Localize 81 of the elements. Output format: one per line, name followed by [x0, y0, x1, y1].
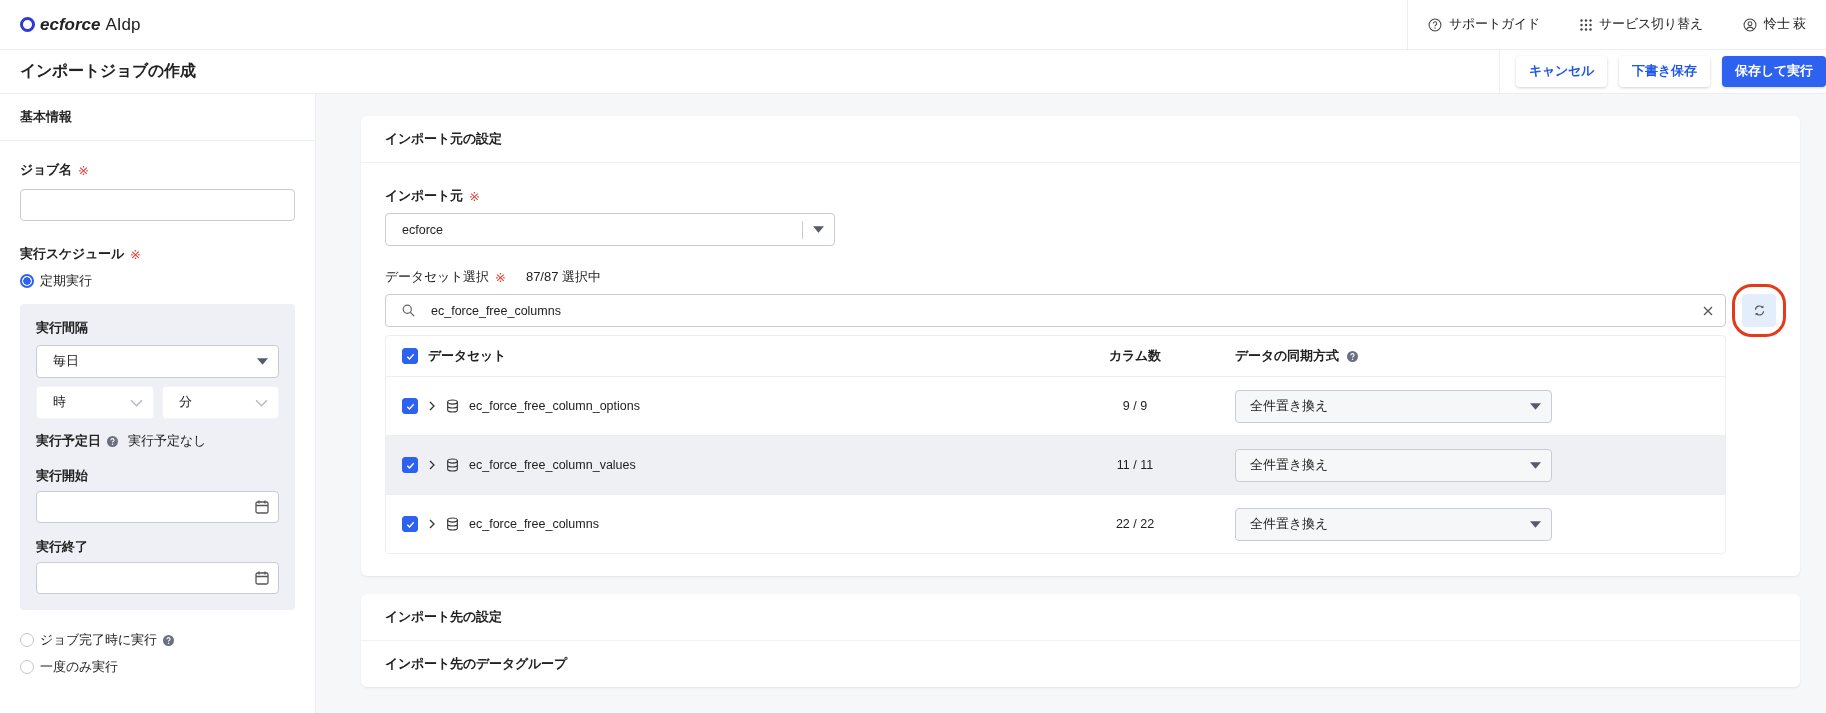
- card-heading: インポート元の設定: [385, 130, 502, 148]
- grid-icon: [1579, 18, 1592, 31]
- field-label: 実行スケジュール: [20, 245, 124, 263]
- field-label: 実行間隔: [36, 320, 89, 337]
- sync-mode-select[interactable]: 全件置き換え: [1235, 389, 1552, 423]
- checkbox[interactable]: [402, 398, 418, 414]
- end-date-input[interactable]: [36, 562, 279, 594]
- column-count: 9 / 9: [1122, 399, 1148, 413]
- required-mark: ※: [130, 246, 141, 262]
- field-label: 実行開始: [36, 468, 89, 485]
- logo-ring-icon: [20, 17, 35, 32]
- header-link[interactable]: サービス切り替え: [1559, 0, 1723, 49]
- help-icon: [107, 436, 118, 447]
- database-icon: [446, 458, 459, 472]
- required-mark: ※: [495, 269, 506, 285]
- field-label: インポート先のデータグループ: [385, 655, 569, 673]
- column-count: 11 / 11: [1116, 458, 1154, 472]
- database-icon: [446, 517, 459, 531]
- field-label: インポート元: [385, 187, 463, 205]
- checkbox[interactable]: [402, 457, 418, 473]
- dataset-name: ec_force_free_columns: [469, 517, 599, 531]
- chevron-down-icon: [255, 398, 268, 407]
- chevron-right-icon[interactable]: [428, 401, 436, 411]
- dropdown-caret-icon: [1530, 520, 1541, 528]
- sync-mode-select[interactable]: 全件置き換え: [1235, 507, 1552, 541]
- help-icon: [1347, 350, 1358, 362]
- search-field[interactable]: ec_force_free_columns: [385, 294, 1726, 327]
- help-icon: [1427, 17, 1442, 32]
- chevron-down-icon: [129, 398, 143, 407]
- radio-label: ジョブ完了時に実行: [40, 631, 157, 649]
- radio-button[interactable]: [20, 633, 34, 647]
- checkbox[interactable]: [402, 348, 418, 364]
- radio-label: 一度のみ実行: [40, 658, 118, 676]
- header-link[interactable]: サポートガイド: [1407, 0, 1560, 49]
- chevron-right-icon[interactable]: [428, 460, 436, 470]
- import-source-select[interactable]: ecforce: [385, 213, 835, 246]
- dropdown-caret-icon: [1530, 402, 1541, 410]
- selection-count: 87/87 選択中: [525, 268, 602, 286]
- search-icon: [402, 304, 415, 317]
- radio-label: 定期実行: [40, 272, 92, 290]
- dropdown-caret-icon: [257, 358, 268, 365]
- brand-name: ecforce: [40, 14, 101, 35]
- field-label: 実行終了: [36, 539, 89, 556]
- radio-button[interactable]: [20, 660, 34, 674]
- dataset-name: ec_force_free_column_options: [469, 399, 640, 413]
- sync-mode-select[interactable]: 全件置き換え: [1235, 448, 1552, 482]
- chevron-right-icon[interactable]: [428, 519, 436, 529]
- page-title: インポートジョブの作成: [20, 61, 196, 81]
- column-header: データセット: [428, 347, 506, 365]
- dropdown-caret-icon: [1530, 461, 1541, 469]
- required-mark: ※: [78, 162, 89, 178]
- dropdown-caret-icon: [813, 226, 824, 233]
- column-header: カラム数: [1109, 348, 1161, 363]
- section-heading: 基本情報: [20, 108, 72, 126]
- user-icon: [1742, 17, 1757, 32]
- field-label: データセット選択: [385, 268, 489, 286]
- interval-select[interactable]: 毎日: [36, 345, 279, 378]
- start-date-input[interactable]: [36, 491, 279, 523]
- refresh-icon: [1752, 304, 1766, 317]
- calendar-icon[interactable]: [254, 499, 270, 515]
- product-name: AIdp: [105, 14, 141, 35]
- radio-button[interactable]: [20, 274, 34, 288]
- column-header: データの同期方式: [1235, 347, 1339, 365]
- save-and-run-button[interactable]: 保存して実行: [1722, 56, 1826, 87]
- dataset-name: ec_force_free_column_values: [469, 458, 636, 472]
- hour-select[interactable]: 時: [36, 386, 154, 419]
- next-run-value: 実行予定なし: [128, 433, 206, 450]
- job-name-input[interactable]: [20, 189, 295, 221]
- column-count: 22 / 22: [1115, 517, 1155, 531]
- header-link[interactable]: 怜士 萩: [1722, 0, 1826, 49]
- database-icon: [446, 399, 459, 413]
- card-heading: インポート先の設定: [385, 608, 502, 626]
- minute-select[interactable]: 分: [161, 386, 279, 419]
- calendar-icon[interactable]: [254, 570, 270, 586]
- field-label: 実行予定日: [36, 433, 101, 450]
- clear-icon[interactable]: [1703, 305, 1713, 316]
- action-button[interactable]: 下書き保存: [1619, 56, 1710, 87]
- action-button[interactable]: キャンセル: [1516, 56, 1607, 87]
- field-label: ジョブ名: [20, 161, 72, 179]
- checkbox[interactable]: [402, 516, 418, 532]
- required-mark: ※: [469, 188, 480, 204]
